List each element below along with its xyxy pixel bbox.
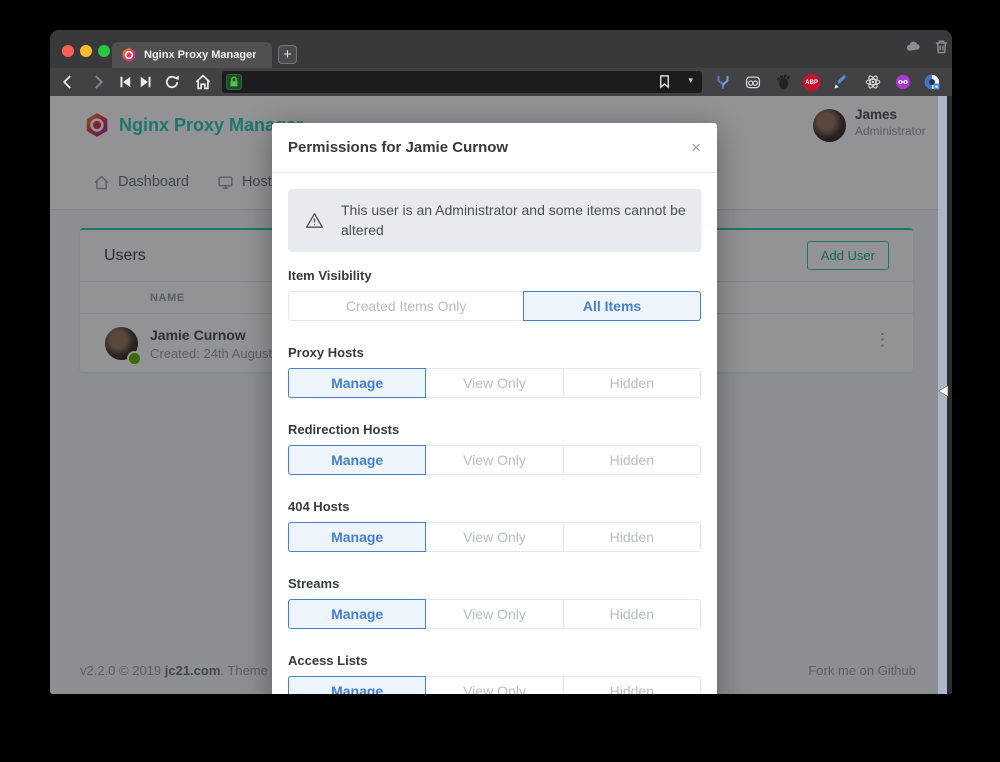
browser-titlebar: Nginx Proxy Manager +: [50, 30, 952, 68]
modal-body: This user is an Administrator and some i…: [272, 173, 717, 694]
cloud-icon[interactable]: [905, 38, 922, 55]
bookmark-icon[interactable]: [657, 74, 672, 89]
forward-icon[interactable]: [89, 73, 107, 91]
proxy-hosts-selectgroup: Manage View Only Hidden: [288, 368, 701, 398]
option-all-items[interactable]: All Items: [523, 291, 701, 321]
option-view-only[interactable]: View Only: [425, 599, 563, 629]
rewind-icon[interactable]: [116, 73, 134, 91]
group-proxy-hosts: Proxy Hosts Manage View Only Hidden: [288, 346, 701, 398]
proxy-extension-icon[interactable]: [923, 73, 941, 91]
mouse-cursor: [938, 385, 949, 397]
option-manage[interactable]: Manage: [288, 445, 426, 475]
group-label: Redirection Hosts: [288, 423, 701, 436]
browser-window: Nginx Proxy Manager +: [50, 30, 952, 694]
warning-icon: [305, 211, 324, 230]
404-hosts-selectgroup: Manage View Only Hidden: [288, 522, 701, 552]
close-window-button[interactable]: [62, 45, 74, 57]
group-label: Streams: [288, 577, 701, 590]
minimize-window-button[interactable]: [80, 45, 92, 57]
redirection-hosts-selectgroup: Manage View Only Hidden: [288, 445, 701, 475]
browser-toolbar: ▾ ABP: [50, 68, 952, 96]
option-manage[interactable]: Manage: [288, 522, 426, 552]
group-access-lists: Access Lists Manage View Only Hidden: [288, 654, 701, 694]
color-picker-icon[interactable]: [832, 73, 850, 91]
group-redirection-hosts: Redirection Hosts Manage View Only Hidde…: [288, 423, 701, 475]
group-404-hosts: 404 Hosts Manage View Only Hidden: [288, 500, 701, 552]
home-icon[interactable]: [194, 73, 212, 91]
robot-icon[interactable]: [744, 73, 762, 91]
option-created-items-only[interactable]: Created Items Only: [288, 291, 524, 321]
browser-tab[interactable]: Nginx Proxy Manager: [112, 42, 272, 68]
group-streams: Streams Manage View Only Hidden: [288, 577, 701, 629]
secure-lock-icon[interactable]: [226, 74, 242, 90]
option-view-only[interactable]: View Only: [425, 445, 563, 475]
permissions-modal: Permissions for Jamie Curnow × This user…: [272, 123, 717, 694]
option-hidden[interactable]: Hidden: [563, 522, 701, 552]
visibility-selectgroup: Created Items Only All Items: [288, 291, 701, 321]
option-manage[interactable]: Manage: [288, 368, 426, 398]
option-view-only[interactable]: View Only: [425, 368, 563, 398]
access-lists-selectgroup: Manage View Only Hidden: [288, 676, 701, 694]
bookmark-caret-icon[interactable]: ▾: [688, 75, 693, 86]
option-hidden[interactable]: Hidden: [563, 445, 701, 475]
url-bar[interactable]: ▾: [222, 71, 702, 93]
abp-label: ABP: [805, 80, 818, 86]
purple-extension-icon[interactable]: [894, 73, 912, 91]
fast-forward-icon[interactable]: [137, 73, 155, 91]
group-label: Item Visibility: [288, 269, 701, 282]
option-manage[interactable]: Manage: [288, 676, 426, 694]
zoom-window-button[interactable]: [98, 45, 110, 57]
admin-warning-alert: This user is an Administrator and some i…: [288, 189, 701, 252]
close-icon[interactable]: ×: [691, 139, 701, 156]
streams-selectgroup: Manage View Only Hidden: [288, 599, 701, 629]
new-tab-button[interactable]: +: [278, 45, 297, 64]
screenshot-root: { "browser": { "tab_title": "Nginx Proxy…: [0, 0, 1000, 762]
group-item-visibility: Item Visibility Created Items Only All I…: [288, 269, 701, 321]
group-label: Proxy Hosts: [288, 346, 701, 359]
fork-icon[interactable]: [714, 73, 732, 91]
group-label: Access Lists: [288, 654, 701, 667]
group-label: 404 Hosts: [288, 500, 701, 513]
tab-title: Nginx Proxy Manager: [144, 49, 256, 61]
reload-icon[interactable]: [163, 73, 181, 91]
trash-icon[interactable]: [933, 38, 950, 55]
option-hidden[interactable]: Hidden: [563, 368, 701, 398]
atom-icon[interactable]: [864, 73, 882, 91]
back-icon[interactable]: [59, 73, 77, 91]
page-viewport: Nginx Proxy Manager James Administrator …: [50, 96, 952, 694]
modal-title: Permissions for Jamie Curnow: [288, 139, 508, 156]
option-view-only[interactable]: View Only: [425, 522, 563, 552]
abp-icon[interactable]: ABP: [803, 74, 820, 91]
option-view-only[interactable]: View Only: [425, 676, 563, 694]
option-hidden[interactable]: Hidden: [563, 599, 701, 629]
option-hidden[interactable]: Hidden: [563, 676, 701, 694]
modal-header: Permissions for Jamie Curnow ×: [272, 123, 717, 173]
alert-text: This user is an Administrator and some i…: [341, 200, 687, 241]
gnome-foot-icon[interactable]: [774, 73, 792, 91]
npm-favicon-icon: [121, 47, 137, 63]
option-manage[interactable]: Manage: [288, 599, 426, 629]
